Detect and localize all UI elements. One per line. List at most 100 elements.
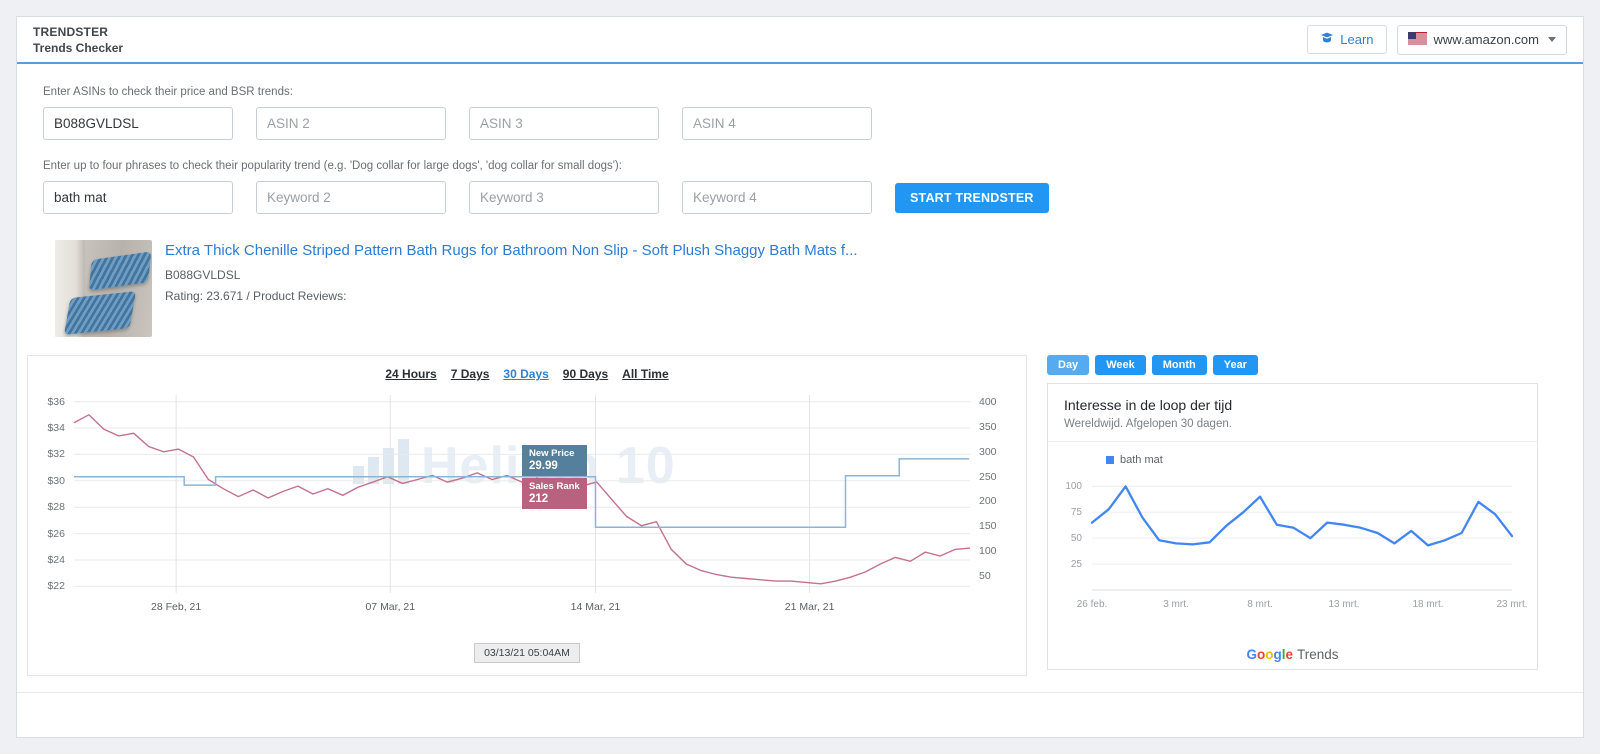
footer-divider: [17, 692, 1583, 693]
tooltip-rank-box: Sales Rank 212: [522, 478, 587, 509]
x-axis-label: 28 Feb, 21: [151, 601, 202, 613]
x-axis-label: 14 Mar, 21: [570, 601, 621, 613]
trends-chart-area: 25 50 75 100 26 feb. 3 mrt. 8 mrt. 13 mrt. 18 mr…: [1048, 470, 1537, 622]
trends-y-axis-label: 25: [1070, 559, 1082, 571]
tab-7-days[interactable]: 7 Days: [451, 367, 490, 381]
x-axis-label: 07 Mar, 21: [365, 601, 416, 613]
right-axis-label: 50: [979, 569, 991, 582]
header-actions: Learn www.amazon.com: [1307, 24, 1567, 55]
trends-x-axis-label: 3 mrt.: [1163, 599, 1189, 610]
right-axis-label: 300: [979, 445, 997, 458]
left-axis-label: $36: [47, 395, 65, 408]
google-trends-card: Interesse in de loop der tijd Wereldwijd…: [1047, 383, 1538, 670]
left-axis-label: $24: [47, 554, 65, 566]
trends-legend: bath mat: [1106, 454, 1537, 466]
selected-datetime-label: 03/13/21 05:04AM: [474, 643, 580, 663]
product-image-detail: [63, 291, 137, 335]
left-axis-label: $32: [47, 448, 65, 461]
right-axis-label: 350: [979, 421, 997, 434]
right-axis-label: 400: [979, 396, 997, 409]
keyword-input-4[interactable]: [682, 181, 872, 214]
trends-x-axis-label: 8 mrt.: [1247, 599, 1273, 610]
trends-x-axis-label: 18 mrt.: [1412, 599, 1444, 610]
trends-title: Interesse in de loop der tijd: [1064, 397, 1233, 413]
trends-wordmark: Trends: [1297, 647, 1339, 662]
tooltip-rank-value: 212: [529, 493, 549, 505]
product-summary: Extra Thick Chenille Striped Pattern Bat…: [55, 240, 1583, 337]
tab-30-days[interactable]: 30 Days: [503, 367, 548, 381]
trends-y-axis-label: 100: [1065, 481, 1082, 493]
trends-card-header: Interesse in de loop der tijd Wereldwijd…: [1048, 384, 1537, 442]
trends-panel: Day Week Month Year Interesse in de loop de…: [1047, 355, 1538, 670]
trends-y-axis-label: 50: [1070, 533, 1082, 545]
header: TRENDSTER Trends Checker Learn www.amazo…: [17, 17, 1583, 64]
left-axis-label: $34: [47, 422, 65, 434]
keyword-input-1[interactable]: [43, 181, 233, 214]
asin-input-3[interactable]: [469, 107, 659, 140]
left-axis-label: $22: [47, 580, 65, 593]
tab-90-days[interactable]: 90 Days: [563, 367, 608, 381]
x-axis-label: 21 Mar, 21: [784, 601, 835, 613]
asin-section-label: Enter ASINs to check their price and BSR…: [43, 86, 293, 98]
right-axis-label: 250: [979, 470, 997, 483]
main-card: TRENDSTER Trends Checker Learn www.amazo…: [16, 16, 1584, 738]
right-axis-label: 100: [979, 544, 997, 557]
keyword-input-2[interactable]: [256, 181, 446, 214]
trends-button-day[interactable]: Day: [1047, 355, 1090, 375]
trends-button-year[interactable]: Year: [1212, 355, 1258, 375]
trends-subtitle: Wereldwijd. Afgelopen 30 dagen.: [1064, 418, 1232, 430]
left-axis-label: $28: [47, 501, 65, 514]
google-logo: Google: [1246, 647, 1294, 662]
product-image-detail: [88, 251, 152, 291]
trendster-page: TRENDSTER Trends Checker Learn www.amazo…: [0, 0, 1600, 754]
asin-input-1[interactable]: [43, 107, 233, 140]
product-rating: Rating: 23.671 / Product Reviews:: [165, 289, 347, 303]
left-axis-label: $30: [47, 474, 65, 487]
tooltip-price-label: New Price: [529, 448, 575, 459]
tooltip-price-value: 29.99: [529, 460, 558, 472]
trends-button-week[interactable]: Week: [1095, 355, 1146, 375]
keyword-section-label: Enter up to four phrases to check their …: [43, 160, 622, 172]
product-info: Extra Thick Chenille Striped Pattern Bat…: [165, 240, 858, 337]
trends-x-axis-label: 13 mrt.: [1328, 599, 1360, 610]
trends-range-buttons: Day Week Month Year: [1047, 355, 1538, 375]
trends-x-axis-label: 26 feb.: [1076, 599, 1108, 610]
date-row: 03/13/21 05:04AM: [28, 637, 1026, 675]
trends-button-month[interactable]: Month: [1151, 355, 1207, 375]
header-titles: TRENDSTER Trends Checker: [33, 25, 123, 55]
marketplace-select[interactable]: www.amazon.com: [1396, 24, 1567, 55]
tab-24-hours[interactable]: 24 Hours: [385, 367, 436, 381]
google-trends-logo: Google Trends: [1048, 647, 1537, 662]
time-range-tabs: 24 Hours 7 Days 30 Days 90 Days All Time: [28, 356, 1026, 383]
chart-tooltip: New Price 29.99 Sales Rank 212: [522, 445, 587, 509]
app-title: TRENDSTER: [33, 24, 109, 39]
learn-label: Learn: [1340, 32, 1374, 47]
asin-input-row: [43, 107, 1557, 140]
product-title-link[interactable]: Extra Thick Chenille Striped Pattern Bat…: [165, 242, 858, 259]
form-section: Enter ASINs to check their price and BSR…: [17, 64, 1583, 214]
tooltip-rank-label: Sales Rank: [529, 481, 580, 492]
asin-input-4[interactable]: [682, 107, 872, 140]
asin-input-2[interactable]: [256, 107, 446, 140]
product-image[interactable]: [55, 240, 152, 337]
tab-all-time[interactable]: All Time: [622, 367, 668, 381]
right-axis-label: 200: [979, 495, 997, 508]
legend-swatch-icon: [1106, 456, 1114, 464]
product-asin: B088GVLDSL: [165, 268, 241, 282]
learn-button[interactable]: Learn: [1307, 25, 1387, 54]
trends-x-axis-label: 23 mrt.: [1496, 599, 1528, 610]
learn-icon: [1320, 32, 1334, 47]
tooltip-price-box: New Price 29.99: [522, 445, 587, 476]
left-axis-label: $26: [47, 527, 65, 540]
charts-section: 24 Hours 7 Days 30 Days 90 Days All Time Hel…: [27, 355, 1573, 676]
chevron-down-icon: [1548, 37, 1556, 42]
keyword-input-3[interactable]: [469, 181, 659, 214]
us-flag-icon: [1407, 31, 1427, 48]
right-axis-label: 150: [979, 520, 997, 533]
start-trendster-button[interactable]: START TRENDSTER: [895, 182, 1049, 213]
price-bsr-chart-card: 24 Hours 7 Days 30 Days 90 Days All Time Hel…: [27, 355, 1027, 676]
price-chart-area: Helium 10 New Price 29.99 Sales Rank 212…: [28, 387, 1026, 637]
marketplace-label: www.amazon.com: [1433, 32, 1539, 47]
trends-line: [1090, 485, 1514, 547]
trends-legend-label: bath mat: [1120, 454, 1163, 466]
